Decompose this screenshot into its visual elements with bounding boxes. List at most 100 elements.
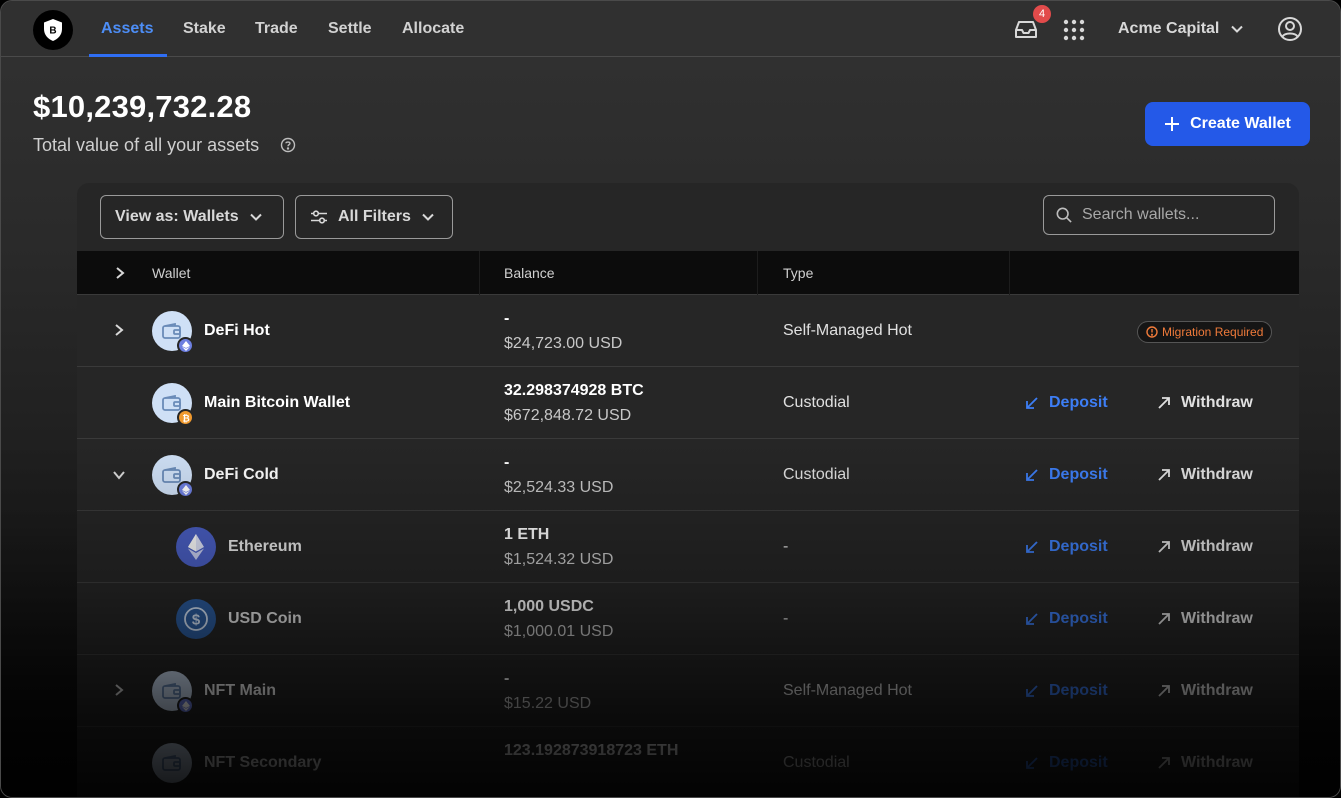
user-profile-icon[interactable] <box>1277 16 1303 42</box>
chevron-right-icon[interactable] <box>113 323 125 337</box>
migration-required-label: Migration Required <box>1162 325 1264 339</box>
withdraw-button[interactable]: Withdraw <box>1157 511 1253 583</box>
migration-required-badge[interactable]: Migration Required <box>1137 321 1273 343</box>
table-row[interactable]: $ USD Coin 1,000 USDC $1,000.01 USD - De… <box>77 583 1299 655</box>
withdraw-label: Withdraw <box>1181 682 1253 699</box>
svg-text:$: $ <box>192 612 201 629</box>
arrow-down-left-icon <box>1026 397 1038 409</box>
column-divider <box>757 251 758 295</box>
chevron-down-icon[interactable] <box>112 469 126 481</box>
tab-settle[interactable]: Settle <box>328 1 372 57</box>
all-filters-dropdown[interactable]: All Filters <box>295 195 453 239</box>
create-wallet-label: Create Wallet <box>1190 115 1291 132</box>
tab-trade[interactable]: Trade <box>255 1 298 57</box>
column-header-balance[interactable]: Balance <box>504 251 555 295</box>
filter-sliders-icon <box>311 210 327 224</box>
arrow-down-left-icon <box>1026 613 1038 625</box>
balance-usd: $24,723.00 USD <box>504 335 623 352</box>
arrow-up-right-icon <box>1158 613 1170 625</box>
withdraw-label: Withdraw <box>1181 754 1253 771</box>
usd-coin-icon: $ <box>176 599 216 639</box>
table-row[interactable]: DeFi Hot - $24,723.00 USD Self-Managed H… <box>77 295 1299 367</box>
balance-crypto: 1,000 USDC <box>504 598 594 615</box>
deposit-button[interactable]: Deposit <box>1025 367 1108 439</box>
balance-crypto: - <box>504 454 510 471</box>
expand-all-chevron-icon[interactable] <box>114 266 126 280</box>
table-row[interactable]: ₿ Main Bitcoin Wallet 32.298374928 BTC $… <box>77 367 1299 439</box>
deposit-button[interactable]: Deposit <box>1025 655 1108 727</box>
table-row[interactable]: NFT Main - $15.22 USD Self-Managed Hot D… <box>77 655 1299 727</box>
bitcoin-badge-icon: ₿ <box>177 409 194 426</box>
wallet-type: Custodial <box>783 754 850 771</box>
ethereum-coin-icon <box>176 527 216 567</box>
wallet-name[interactable]: NFT Secondary <box>204 727 321 797</box>
balance-crypto: - <box>504 310 510 327</box>
balance-crypto: - <box>504 670 510 687</box>
withdraw-button[interactable]: Withdraw <box>1157 367 1253 439</box>
wallet-name[interactable]: DeFi Cold <box>204 439 279 511</box>
total-value-caption: Total value of all your assets <box>33 135 260 155</box>
table-row[interactable]: DeFi Cold - $2,524.33 USD Custodial Depo… <box>77 439 1299 511</box>
column-header-wallet[interactable]: Wallet <box>152 251 190 295</box>
logo[interactable]: B <box>33 10 73 50</box>
arrow-up-right-icon <box>1158 469 1170 481</box>
view-as-dropdown[interactable]: View as: Wallets <box>100 195 284 239</box>
app-window: B Assets Stake Trade Settle Allocate 4 A… <box>0 0 1341 798</box>
table-row[interactable]: Ethereum 1 ETH $1,524.32 USD - Deposit W… <box>77 511 1299 583</box>
wallet-name[interactable]: DeFi Hot <box>204 295 270 367</box>
wallet-avatar <box>152 743 192 783</box>
balance-crypto: 1 ETH <box>504 526 550 543</box>
wallet-name[interactable]: Main Bitcoin Wallet <box>204 367 350 439</box>
chevron-right-icon[interactable] <box>113 683 125 697</box>
withdraw-button[interactable]: Withdraw <box>1157 583 1253 655</box>
warning-icon <box>1146 326 1158 338</box>
balance-usd: $1,000.01 USD <box>504 623 614 640</box>
search-icon <box>1056 207 1072 223</box>
tab-allocate[interactable]: Allocate <box>402 1 464 57</box>
chevron-down-icon <box>422 213 434 221</box>
tab-assets[interactable]: Assets <box>101 1 153 57</box>
wallet-type: Custodial <box>783 466 850 483</box>
balance-usd: $15.22 USD <box>504 695 592 712</box>
table-header: Wallet Balance Type <box>77 251 1299 295</box>
wallet-icon <box>162 395 181 411</box>
arrow-up-right-icon <box>1158 757 1170 769</box>
wallet-name[interactable]: NFT Main <box>204 655 276 727</box>
help-icon[interactable] <box>280 137 296 153</box>
apps-menu-button[interactable] <box>1063 19 1085 41</box>
arrow-down-left-icon <box>1026 469 1038 481</box>
deposit-button[interactable]: Deposit <box>1025 727 1108 797</box>
asset-name[interactable]: USD Coin <box>228 583 302 655</box>
withdraw-button[interactable]: Withdraw <box>1157 655 1253 727</box>
wallet-icon <box>162 323 181 339</box>
column-header-type[interactable]: Type <box>783 251 813 295</box>
deposit-button[interactable]: Deposit <box>1025 439 1108 511</box>
org-switcher[interactable]: Acme Capital <box>1118 1 1219 57</box>
deposit-button[interactable]: Deposit <box>1025 511 1108 583</box>
arrow-up-right-icon <box>1158 397 1170 409</box>
withdraw-button[interactable]: Withdraw <box>1157 439 1253 511</box>
wallet-type: Custodial <box>783 394 850 411</box>
tab-stake[interactable]: Stake <box>183 1 226 57</box>
shield-logo-icon: B <box>44 19 62 41</box>
arrow-up-right-icon <box>1158 541 1170 553</box>
withdraw-button[interactable]: Withdraw <box>1157 727 1253 797</box>
search-input[interactable] <box>1082 206 1262 224</box>
withdraw-label: Withdraw <box>1181 466 1253 483</box>
column-divider <box>479 251 480 295</box>
table-row[interactable]: NFT Secondary 123.192873918723 ETH Custo… <box>77 727 1299 797</box>
wallet-type: Self-Managed Hot <box>783 682 912 699</box>
balance-crypto: 123.192873918723 ETH <box>504 742 679 759</box>
create-wallet-button[interactable]: Create Wallet <box>1145 102 1310 146</box>
asset-name[interactable]: Ethereum <box>228 511 302 583</box>
deposit-button[interactable]: Deposit <box>1025 583 1108 655</box>
search-box[interactable] <box>1043 195 1275 235</box>
balance-usd: $1,524.32 USD <box>504 551 614 568</box>
balance-usd: $672,848.72 USD <box>504 407 632 424</box>
notification-badge: 4 <box>1033 5 1051 23</box>
svg-text:B: B <box>49 26 56 37</box>
deposit-label: Deposit <box>1049 682 1108 699</box>
deposit-label: Deposit <box>1049 610 1108 627</box>
chevron-down-icon[interactable] <box>1230 22 1244 36</box>
ethereum-badge-icon <box>177 337 194 354</box>
